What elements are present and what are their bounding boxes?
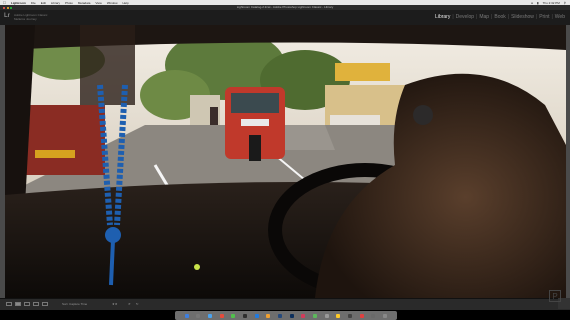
menu-help[interactable]: Help [123, 1, 129, 5]
module-picker: Library | Develop | Map | Book | Slidesh… [433, 14, 567, 20]
close-window-button[interactable] [3, 6, 5, 9]
grid-view-button[interactable] [6, 302, 12, 306]
messages-icon[interactable] [231, 313, 236, 318]
menu-photo[interactable]: Photo [65, 1, 73, 5]
library-toolbar: Sort: Capture Time ★★ ↺ ↻ [0, 298, 570, 310]
sort-label[interactable]: Sort: Capture Time [62, 302, 87, 306]
bead-tail [109, 239, 115, 286]
loupe-photo[interactable] [5, 25, 566, 298]
lightroom-dock-icon[interactable] [278, 313, 283, 318]
compare-view-button[interactable] [24, 302, 30, 306]
minimize-window-button[interactable] [6, 6, 9, 9]
wifi-icon[interactable]: ● [531, 1, 533, 5]
trash-icon[interactable] [383, 313, 388, 318]
window-controls [3, 6, 12, 9]
survey-view-button[interactable] [33, 302, 39, 306]
photoshop-icon[interactable] [289, 313, 294, 318]
app-icon[interactable] [243, 313, 248, 318]
facetime-icon[interactable] [313, 313, 318, 318]
module-develop[interactable]: Develop [454, 14, 476, 20]
people-view-button[interactable] [42, 302, 48, 306]
menu-edit[interactable]: Edit [41, 1, 46, 5]
module-web[interactable]: Web [553, 14, 567, 20]
window-title: Lightroom Catalog-2.lrcat - Adobe Photos… [236, 5, 334, 9]
settings-icon[interactable] [324, 313, 329, 318]
menu-window[interactable]: Window [107, 1, 118, 5]
dash-light [194, 264, 200, 270]
module-print[interactable]: Print [537, 14, 551, 20]
tuktuk-wheel [249, 135, 261, 161]
side-mirror [413, 105, 433, 125]
mail-icon[interactable] [254, 313, 259, 318]
module-library[interactable]: Library [433, 14, 452, 20]
calendar-icon[interactable] [359, 313, 364, 318]
clock[interactable]: Thu 2:32 PM [543, 1, 560, 5]
menu-view[interactable]: View [95, 1, 101, 5]
photo-canvas [5, 25, 566, 298]
tuktuk-plate [241, 119, 269, 126]
dock [175, 311, 397, 320]
left-vehicle [25, 105, 105, 175]
menu-metadata[interactable]: Metadata [78, 1, 91, 5]
menu-library[interactable]: Library [51, 1, 60, 5]
rotate-left-icon[interactable]: ↺ [128, 302, 131, 306]
music-icon[interactable] [301, 313, 306, 318]
downloads-icon[interactable] [371, 313, 376, 318]
safari-icon[interactable] [208, 313, 213, 318]
left-vehicle-plate [35, 150, 75, 158]
zoom-window-button[interactable] [10, 6, 12, 9]
lightroom-logo: Lr [4, 13, 10, 19]
menu-app-name[interactable]: Lightroom [11, 1, 26, 5]
tuktuk-window [231, 93, 279, 113]
terminal-icon[interactable] [348, 313, 353, 318]
finder-icon[interactable] [184, 313, 189, 318]
module-book[interactable]: Book [492, 14, 507, 20]
notes-icon[interactable] [336, 313, 341, 318]
search-icon[interactable]: ⚲ [564, 1, 566, 5]
rating-stars[interactable]: ★★ [112, 302, 117, 306]
battery-icon[interactable]: ▮ [537, 1, 539, 5]
rotate-right-icon[interactable]: ↻ [136, 302, 139, 306]
identity-line-2: Mellerss Journey [14, 17, 37, 21]
loupe-view-button[interactable] [15, 302, 21, 306]
chrome-icon[interactable] [219, 313, 224, 318]
module-map[interactable]: Map [477, 14, 491, 20]
scooter [210, 107, 218, 125]
photos-icon[interactable] [266, 313, 271, 318]
watermark-logo: P [549, 290, 561, 302]
module-slideshow[interactable]: Slideshow [509, 14, 536, 20]
launchpad-icon[interactable] [196, 313, 201, 318]
shop-sign [335, 63, 390, 81]
tuktuk [225, 87, 285, 161]
identity-text: Adobe Lightroom Classic Mellerss Journey [14, 13, 47, 21]
menu-file[interactable]: File [31, 1, 36, 5]
